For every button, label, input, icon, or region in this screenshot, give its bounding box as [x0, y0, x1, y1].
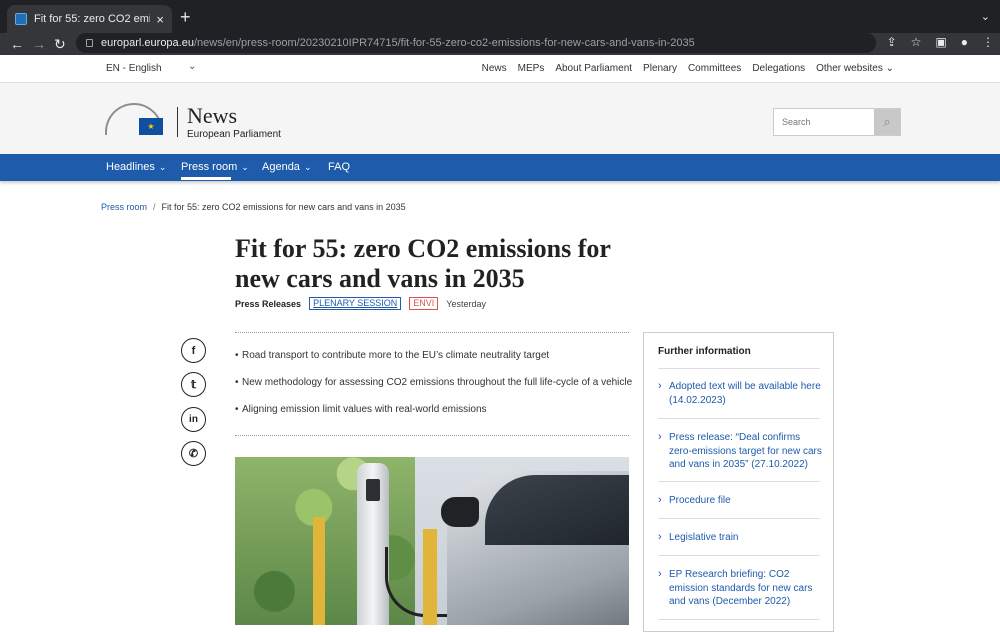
tag-envi[interactable]: ENVI: [409, 297, 439, 310]
brand-subtitle: European Parliament: [187, 129, 281, 140]
twitter-icon[interactable]: 𝕥: [181, 372, 206, 397]
side-panel-icon[interactable]: ▣: [935, 35, 946, 49]
further-information-title: Further information: [658, 346, 751, 357]
nav-active-indicator: [181, 177, 231, 180]
back-icon[interactable]: ←: [10, 35, 24, 53]
whatsapp-icon[interactable]: ✆: [181, 441, 206, 466]
reload-icon[interactable]: ↻: [54, 35, 66, 53]
browser-tab[interactable]: Fit for 55: zero CO2 emissions ×: [7, 5, 172, 33]
bookmark-star-icon[interactable]: ☆: [911, 35, 922, 49]
key-point: Aligning emission limit values with real…: [235, 404, 635, 416]
language-selector[interactable]: EN - English: [106, 63, 162, 74]
search-box: ⌕: [773, 108, 901, 136]
chevron-right-icon: ›: [658, 531, 662, 543]
top-link-other-websites[interactable]: Other websites ⌄: [816, 63, 894, 74]
article-meta: Press Releases PLENARY SESSION ENVI Yest…: [235, 297, 486, 310]
article-photo: [235, 457, 629, 625]
key-point: New methodology for assessing CO2 emissi…: [235, 377, 635, 389]
lock-icon: [86, 39, 93, 47]
sidebar-link-research-briefing[interactable]: › EP Research briefing: CO2 emission stan…: [658, 568, 823, 609]
article-date: Yesterday: [446, 298, 486, 309]
chevron-right-icon: ›: [658, 380, 662, 392]
breadcrumb-current: Fit for 55: zero CO2 emissions for new c…: [161, 202, 406, 212]
key-points: Road transport to contribute more to the…: [235, 350, 635, 431]
nav-faq[interactable]: FAQ: [328, 161, 350, 173]
browser-menu-icon[interactable]: ⋮: [982, 35, 994, 49]
top-link-delegations[interactable]: Delegations: [752, 63, 805, 74]
url-path: /news/en/press-room/20230210IPR74715/fit…: [193, 37, 695, 49]
sidebar-link-adopted-text[interactable]: › Adopted text will be available here (14…: [658, 380, 823, 407]
nav-headlines[interactable]: Headlines ⌄: [106, 161, 166, 173]
key-point: Road transport to contribute more to the…: [235, 350, 635, 362]
page-title: Fit for 55: zero CO2 emissions for new c…: [235, 234, 611, 293]
chevron-right-icon: ›: [658, 431, 662, 443]
ep-logo[interactable]: ★: [105, 103, 163, 135]
article-type: Press Releases: [235, 298, 302, 309]
site-header: ★ News European Parliament ⌕: [0, 83, 1000, 154]
search-input[interactable]: [774, 109, 876, 135]
share-page-icon[interactable]: ⇪: [887, 35, 897, 49]
brand-title: News: [187, 103, 238, 128]
further-information-panel: Further information › Adopted text will b…: [643, 332, 834, 632]
dotted-divider: [235, 332, 629, 333]
main-nav: Headlines ⌄ Press room ⌄ Agenda ⌄ FAQ: [0, 154, 1000, 181]
breadcrumb-separator: /: [153, 202, 156, 212]
eu-flag-icon: ★: [139, 118, 163, 135]
breadcrumb: Press room / Fit for 55: zero CO2 emission…: [101, 202, 406, 212]
chevron-right-icon: ›: [658, 568, 662, 580]
dotted-divider: [235, 435, 629, 436]
linkedin-icon[interactable]: in: [181, 407, 206, 432]
site-top-bar: EN - English ⌄ News MEPs About Parliamen…: [0, 55, 1000, 83]
chevron-down-icon[interactable]: ⌄: [188, 61, 196, 72]
top-link-plenary[interactable]: Plenary: [643, 63, 677, 74]
nav-press-room[interactable]: Press room ⌄: [181, 161, 249, 173]
tab-search-chevron-icon[interactable]: ⌄: [981, 10, 990, 23]
brand[interactable]: News European Parliament: [187, 103, 281, 141]
tag-plenary-session[interactable]: PLENARY SESSION: [309, 297, 402, 310]
url-host: europarl.europa.eu: [101, 37, 194, 49]
url-bar[interactable]: europarl.europa.eu /news/en/press-room/2…: [76, 33, 876, 53]
header-divider: [177, 107, 178, 137]
facebook-icon[interactable]: f: [181, 338, 206, 363]
nav-agenda[interactable]: Agenda ⌄: [262, 161, 311, 173]
top-link-news[interactable]: News: [482, 63, 507, 74]
top-link-about[interactable]: About Parliament: [555, 63, 632, 74]
site-favicon-icon: [15, 13, 27, 25]
sidebar-link-procedure-file[interactable]: › Procedure file: [658, 494, 823, 508]
tab-close-icon[interactable]: ×: [156, 12, 164, 27]
top-link-committees[interactable]: Committees: [688, 63, 741, 74]
sidebar-link-legislative-train[interactable]: › Legislative train: [658, 531, 823, 545]
top-link-meps[interactable]: MEPs: [518, 63, 545, 74]
tab-title: Fit for 55: zero CO2 emissions: [34, 13, 150, 25]
sidebar-link-press-release[interactable]: › Press release: “Deal confirms zero-emis…: [658, 431, 823, 472]
address-toolbar: ← → ↻ europarl.europa.eu /news/en/press-…: [0, 33, 1000, 55]
chevron-right-icon: ›: [658, 494, 662, 506]
breadcrumb-press-room[interactable]: Press room: [101, 202, 147, 212]
new-tab-button[interactable]: +: [180, 8, 191, 26]
profile-icon[interactable]: ●: [961, 35, 968, 49]
browser-tab-bar: Fit for 55: zero CO2 emissions × + ⌄: [0, 0, 1000, 33]
top-links: News MEPs About Parliament Plenary Commi…: [482, 63, 894, 74]
forward-icon[interactable]: →: [32, 35, 46, 53]
search-icon[interactable]: ⌕: [874, 109, 900, 135]
